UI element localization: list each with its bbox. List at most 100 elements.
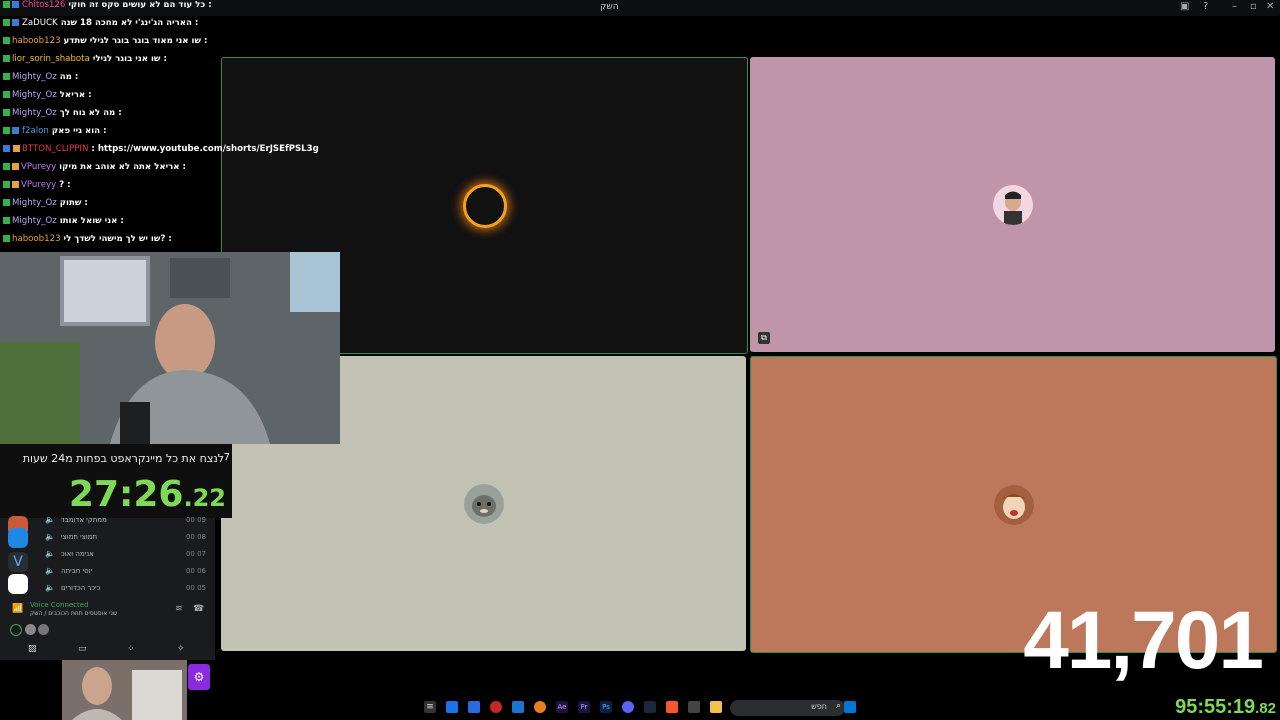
store-icon[interactable]: [688, 701, 700, 713]
timer-value: 27:26.22: [69, 474, 226, 515]
screen-share-icon[interactable]: ⧉: [758, 332, 770, 344]
chat-text: שו אני בוגר לגילי :: [92, 54, 167, 64]
mini-video-preview[interactable]: [62, 660, 187, 720]
voice-member[interactable]: 🔈 יוסי חביתה 00 06: [45, 564, 210, 579]
chat-message: BTTON_CLIPPIN : https://www.youtube.com/…: [3, 144, 323, 160]
twitch-badge-icon: [3, 145, 10, 152]
screen-share-icon[interactable]: ▭: [78, 644, 87, 654]
subscriber-badge-icon: [3, 73, 10, 80]
chat-text: ? :: [59, 180, 71, 190]
activities-icon[interactable]: ⁘: [127, 644, 135, 654]
chat-username[interactable]: ZaDUCK: [22, 18, 58, 28]
voice-member[interactable]: 🔈 כיכר הכדורים 00 05: [45, 581, 210, 596]
bits-badge-icon: [12, 181, 19, 188]
window-title: השק: [600, 2, 619, 12]
chat-username[interactable]: BTTON_CLIPPIN: [22, 144, 88, 154]
speaker-icon: 🔈: [45, 566, 55, 575]
speaker-icon: 🔈: [45, 515, 55, 524]
discord-panel: V 🔈 ממתקי אדומבד 00 09 🔈 חמוצי חמוצי 00 …: [0, 515, 215, 660]
chat-message: Mighty_Oz שתוק :: [3, 198, 323, 214]
avatar-face-icon: [992, 184, 1033, 225]
minimize-button[interactable]: –: [1232, 1, 1237, 12]
server-icon[interactable]: [8, 528, 28, 548]
search-label: חפש: [811, 702, 827, 711]
document-icon[interactable]: [512, 701, 524, 713]
premiere-icon[interactable]: Pr: [578, 701, 590, 713]
settings-gear-button[interactable]: ⚙: [188, 664, 210, 690]
voice-channel-name[interactable]: שני אוסטסים תחת הכוכבים / השק: [30, 610, 117, 617]
help-icon[interactable]: ?: [1203, 1, 1208, 12]
disconnect-icon[interactable]: ☎: [193, 604, 204, 614]
chat-message: VPureyy ? :: [3, 180, 323, 196]
chat-message: Chitos126 כל עוד הם לא עושים סקס זה חוקי…: [3, 0, 323, 16]
chat-username[interactable]: Mighty_Oz: [12, 90, 57, 100]
share-icon[interactable]: ▣: [1180, 1, 1189, 12]
chat-username[interactable]: VPureyy: [21, 162, 56, 172]
brave-icon[interactable]: [666, 701, 678, 713]
subscriber-badge-icon: [3, 181, 10, 188]
subscriber-badge-icon: [3, 91, 10, 98]
photoshop-icon[interactable]: Ps: [600, 701, 612, 713]
drive-icon[interactable]: [446, 701, 458, 713]
app-icon[interactable]: [468, 701, 480, 713]
camera-off-icon[interactable]: ▨: [28, 644, 37, 654]
maximize-button[interactable]: ▫: [1250, 1, 1257, 12]
discord-icon[interactable]: [622, 701, 634, 713]
subscriber-badge-icon: [3, 1, 10, 8]
taskbar-search[interactable]: חפש ⌕: [730, 700, 845, 716]
terminal-icon[interactable]: ≡: [424, 701, 436, 713]
subscriber-badge-icon: [3, 163, 10, 170]
soundboard-icon[interactable]: ✧: [177, 644, 185, 654]
chat-username[interactable]: Mighty_Oz: [12, 198, 57, 208]
chat-username[interactable]: Mighty_Oz: [12, 216, 57, 226]
signal-icon[interactable]: 📶: [12, 604, 23, 614]
timer-main: 27:26: [68, 474, 184, 515]
subscriber-badge-icon: [3, 19, 10, 26]
voice-member[interactable]: 🔈 ממתקי אדומבד 00 09: [45, 513, 210, 528]
member-avatar[interactable]: [25, 624, 36, 635]
bits-badge-icon: [12, 163, 19, 170]
voice-member[interactable]: 🔈 אנימה ואוכ 00 07: [45, 547, 210, 562]
subscriber-badge-icon: [3, 55, 10, 62]
steam-icon[interactable]: [644, 701, 656, 713]
speaker-icon: 🔈: [45, 583, 55, 592]
chat-username[interactable]: haboob123: [12, 36, 61, 46]
chat-text: כל עוד הם לא עושים סקס זה חוקי :: [68, 0, 212, 10]
anime-avatar-icon: [993, 484, 1034, 525]
chat-message: lior_sorin_shabota שו אני בוגר לגילי :: [3, 54, 323, 70]
member-tag: 00 05: [185, 584, 206, 592]
folder-icon[interactable]: [710, 701, 722, 713]
obs-icon[interactable]: [490, 701, 502, 713]
member-tag: 00 07: [185, 550, 206, 558]
chat-username[interactable]: haboob123: [12, 234, 61, 244]
speaker-icon: 🔈: [45, 532, 55, 541]
chat-text: מה :: [59, 72, 79, 82]
member-avatar[interactable]: [38, 624, 49, 635]
member-name: ממתקי אדומבד: [61, 516, 107, 524]
voice-member[interactable]: 🔈 חמוצי חמוצי 00 08: [45, 530, 210, 545]
server-icon[interactable]: V: [8, 552, 28, 572]
chat-username[interactable]: Chitos126: [22, 0, 65, 10]
noise-suppression-icon[interactable]: ≋: [175, 604, 183, 614]
blender-icon[interactable]: [534, 701, 546, 713]
subscriber-badge-icon: [3, 37, 10, 44]
video-tile-2[interactable]: ⧉: [750, 57, 1275, 352]
chat-text: האריה הג'ינג'י לא מחכה 18 שנה :: [60, 18, 199, 28]
chat-username[interactable]: Mighty_Oz: [12, 108, 57, 118]
streamer-webcam: [0, 252, 340, 444]
avatar: [463, 483, 504, 524]
windows-start-icon[interactable]: [844, 701, 856, 713]
server-icon[interactable]: [8, 574, 28, 594]
cat-avatar-icon: [463, 483, 504, 524]
close-button[interactable]: ✕: [1266, 1, 1274, 12]
subscriber-badge-icon: [3, 199, 10, 206]
status-icon: [10, 624, 22, 636]
chat-text: הוא גיי פאק :: [51, 126, 107, 136]
chat-text: אריאל :: [59, 90, 92, 100]
chat-username[interactable]: f2alon: [22, 126, 49, 136]
member-name: אנימה ואוכ: [61, 550, 94, 558]
chat-username[interactable]: VPureyy: [21, 180, 56, 190]
after-effects-icon[interactable]: Ae: [556, 701, 568, 713]
chat-username[interactable]: Mighty_Oz: [12, 72, 57, 82]
chat-username[interactable]: lior_sorin_shabota: [12, 54, 90, 64]
